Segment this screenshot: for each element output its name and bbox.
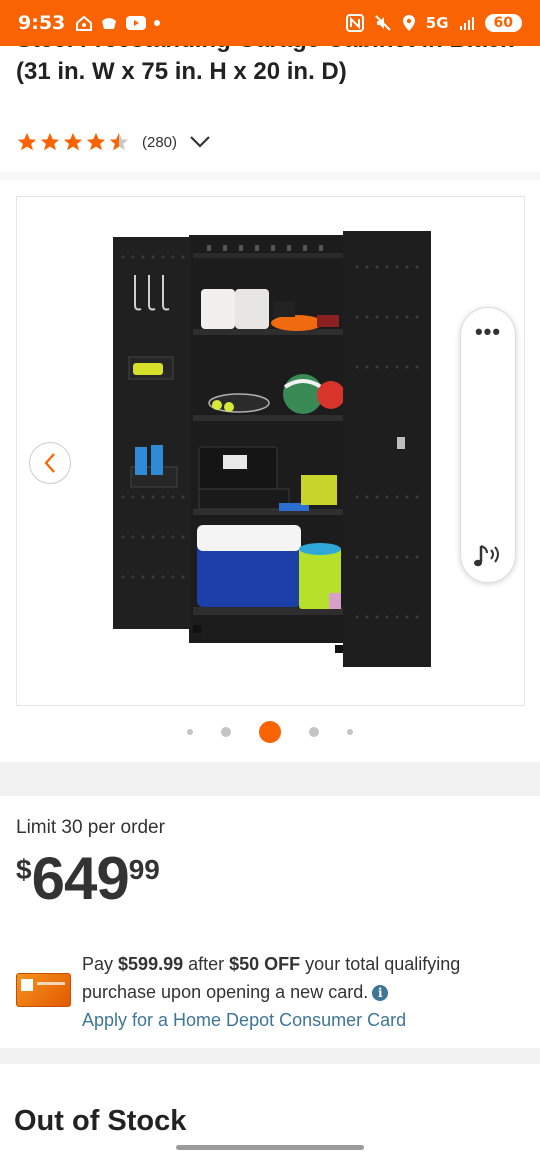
- credit-card-image: [16, 973, 71, 1007]
- promo-pre: Pay: [82, 954, 119, 974]
- info-icon[interactable]: i: [372, 985, 389, 1001]
- nfc-icon: [345, 14, 364, 32]
- price: $ 649 99: [16, 846, 160, 912]
- star-icon: [86, 132, 106, 151]
- apply-card-link[interactable]: Apply for a Home Depot Consumer Card: [82, 1006, 522, 1034]
- section-divider: [0, 762, 540, 796]
- pagination-dot[interactable]: [347, 729, 353, 735]
- chevron-left-icon: [44, 453, 55, 473]
- location-icon: [402, 15, 415, 31]
- card-stripe: [37, 982, 65, 985]
- floating-action-panel: •••: [460, 307, 516, 583]
- home-indicator[interactable]: [176, 1145, 364, 1150]
- price-dollars: 649: [31, 845, 130, 912]
- status-time: 9:53: [18, 12, 66, 34]
- stock-status: Out of Stock: [14, 1105, 187, 1137]
- status-left-icons: [75, 15, 161, 31]
- network-label: 5G: [425, 14, 449, 32]
- star-icon: [63, 132, 83, 151]
- more-options-icon[interactable]: •••: [461, 321, 515, 343]
- product-image[interactable]: [16, 196, 525, 706]
- signal-icon: [459, 17, 474, 30]
- half-star-icon: [109, 132, 129, 151]
- price-cents: 99: [128, 854, 160, 885]
- battery-indicator: 60: [484, 14, 522, 32]
- review-count[interactable]: (280): [142, 134, 177, 151]
- section-divider: [0, 172, 540, 180]
- promo-mid: after: [183, 954, 230, 974]
- audio-description-icon[interactable]: [473, 542, 505, 572]
- pagination-dot[interactable]: [187, 729, 193, 735]
- purchase-limit: Limit 30 per order: [16, 817, 165, 838]
- star-rating: [16, 131, 130, 153]
- promo-discount: $50 OFF: [229, 954, 301, 974]
- status-bar: 9:53 5G 60: [0, 0, 540, 46]
- game-icon: [102, 18, 117, 29]
- home-icon: [76, 15, 93, 31]
- promo-text: Pay $599.99 after $50 OFF your total qua…: [82, 950, 522, 1034]
- dot-icon: [154, 20, 161, 26]
- chevron-down-icon[interactable]: [189, 135, 211, 149]
- star-icon: [40, 132, 60, 151]
- cabinet-illustration: [113, 231, 431, 667]
- star-icon: [17, 132, 37, 151]
- rating-row[interactable]: (280): [16, 131, 211, 153]
- card-logo: [21, 979, 33, 991]
- image-pagination: [0, 720, 540, 744]
- section-divider: [0, 1048, 540, 1064]
- price-currency: $: [16, 854, 32, 885]
- mute-icon: [375, 15, 391, 31]
- promo-amount: $599.99: [118, 954, 184, 974]
- pagination-dot[interactable]: [221, 727, 231, 737]
- youtube-icon: [126, 16, 147, 30]
- pagination-dot[interactable]: [309, 727, 319, 737]
- previous-image-button[interactable]: [29, 442, 71, 484]
- pagination-dot-active[interactable]: [259, 721, 281, 743]
- status-right: 5G 60: [345, 14, 522, 32]
